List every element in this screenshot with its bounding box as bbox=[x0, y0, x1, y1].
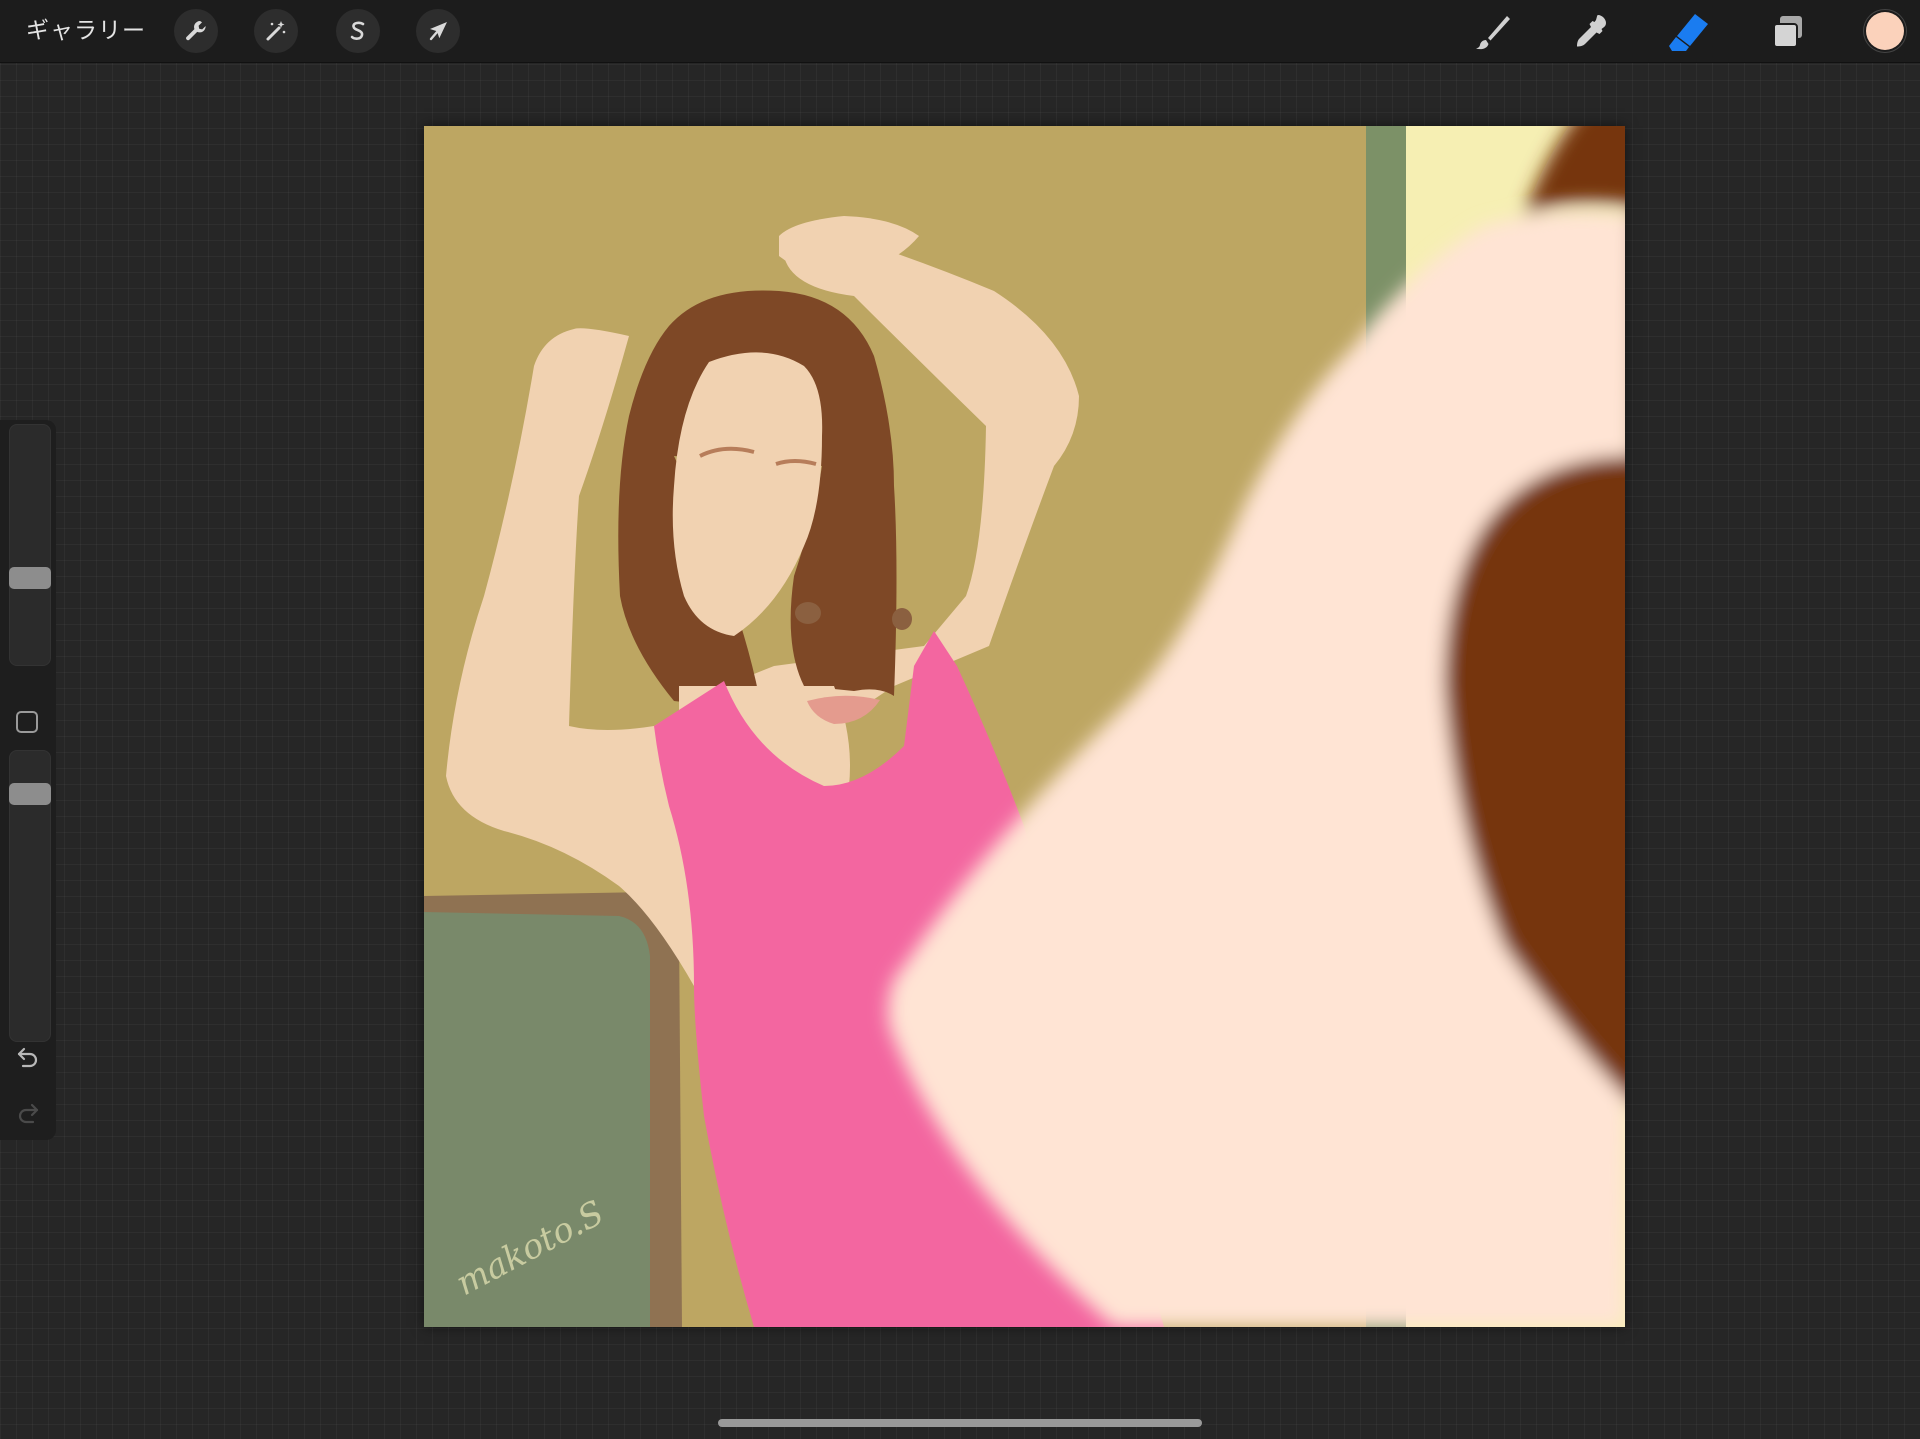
home-indicator[interactable] bbox=[718, 1419, 1202, 1427]
undo-button[interactable] bbox=[14, 1042, 42, 1070]
left-eye bbox=[795, 602, 821, 624]
opacity-slider[interactable] bbox=[9, 750, 51, 1042]
layers-button[interactable] bbox=[1764, 8, 1812, 56]
redo-button[interactable] bbox=[14, 1098, 42, 1126]
modify-button[interactable] bbox=[16, 711, 38, 733]
adjustments-button[interactable] bbox=[254, 9, 298, 53]
gallery-button[interactable]: ギャラリー bbox=[26, 14, 146, 48]
selection-s-icon bbox=[350, 21, 365, 40]
brush-size-thumb[interactable] bbox=[9, 566, 51, 589]
color-picker-button[interactable] bbox=[1866, 12, 1904, 50]
wrench-icon bbox=[186, 21, 206, 41]
redo-icon bbox=[18, 1103, 39, 1124]
brush-icon bbox=[1476, 16, 1510, 50]
eraser-tool-button[interactable] bbox=[1664, 8, 1712, 56]
selection-button[interactable] bbox=[336, 9, 380, 53]
transform-button[interactable] bbox=[416, 9, 460, 53]
opacity-thumb[interactable] bbox=[9, 783, 51, 806]
smudge-icon bbox=[1577, 15, 1606, 47]
brush-size-slider[interactable] bbox=[9, 424, 51, 666]
undo-icon bbox=[17, 1047, 38, 1068]
top-toolbar: ギャラリー bbox=[0, 0, 1920, 63]
smudge-tool-button[interactable] bbox=[1566, 8, 1614, 56]
eraser-icon bbox=[1669, 14, 1708, 51]
drawing-canvas[interactable]: makoto.S bbox=[424, 126, 1625, 1327]
right-eye bbox=[892, 608, 912, 630]
arrow-cursor-icon bbox=[429, 22, 447, 41]
brush-tool-button[interactable] bbox=[1468, 8, 1516, 56]
left-sidebar bbox=[0, 420, 56, 1140]
actions-button[interactable] bbox=[174, 9, 218, 53]
layers-icon bbox=[1773, 16, 1802, 48]
magic-wand-icon bbox=[266, 21, 286, 41]
